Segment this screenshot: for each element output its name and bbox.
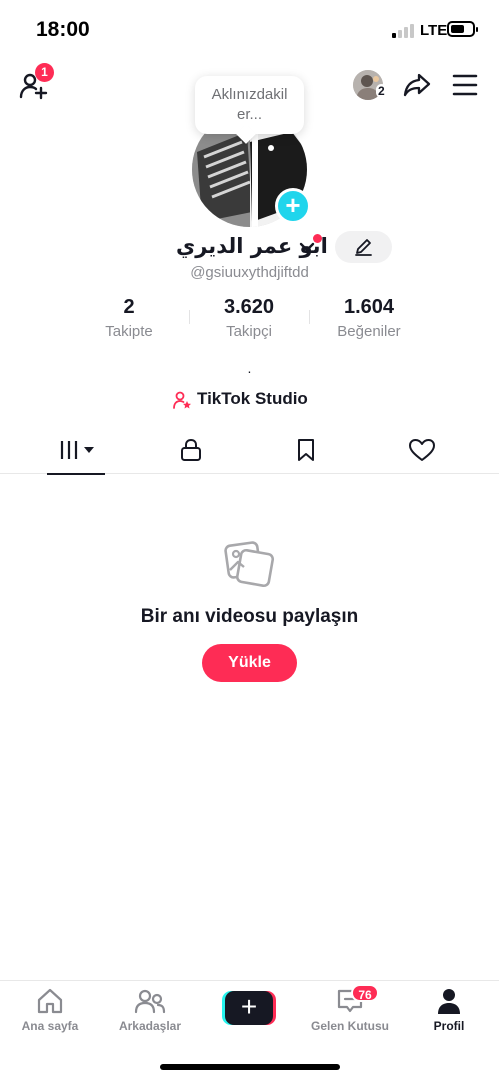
- status-time: 18:00: [36, 18, 90, 41]
- photo-stack-icon: [224, 541, 275, 588]
- stat-label: Beğeniler: [337, 323, 401, 340]
- signal-icon: [392, 24, 418, 38]
- nav-inbox[interactable]: Gelen Kutusu: [300, 987, 400, 1033]
- pencil-icon: [355, 239, 372, 256]
- tab-videos[interactable]: [14, 428, 138, 475]
- active-tab-indicator: [47, 473, 105, 475]
- edit-profile-button[interactable]: [335, 231, 392, 263]
- upload-button[interactable]: Yükle: [202, 644, 297, 682]
- content-tabs: [0, 428, 499, 475]
- share-icon: [403, 73, 431, 97]
- tab-saved[interactable]: [245, 428, 369, 474]
- tiktok-studio-link[interactable]: TikTok Studio: [0, 388, 499, 412]
- home-icon: [37, 988, 63, 1014]
- stat-label: Takipte: [105, 323, 153, 340]
- stat-following[interactable]: 2 Takipte: [69, 296, 189, 340]
- add-friends-badge: 1: [35, 63, 54, 82]
- heart-icon: [409, 439, 435, 461]
- stat-label: Takipçi: [226, 323, 272, 340]
- tab-private[interactable]: [129, 428, 253, 474]
- nav-home[interactable]: Ana sayfa: [0, 987, 100, 1033]
- plus-icon: +: [225, 991, 273, 1025]
- stat-followers[interactable]: 3.620 Takipçi: [189, 296, 309, 340]
- nav-friends[interactable]: Arkadaşlar: [100, 987, 200, 1033]
- profile-icon: [438, 989, 460, 1014]
- profile-bio: .: [247, 360, 252, 376]
- grid-icon: [60, 441, 94, 459]
- home-indicator: [160, 1064, 340, 1070]
- create-button[interactable]: +: [222, 991, 276, 1025]
- battery-icon: [447, 21, 478, 37]
- profile-stats: 2 Takipte 3.620 Takipçi 1.604 Beğeniler: [0, 296, 499, 342]
- name-row: ابو عمر الديري: [0, 231, 499, 264]
- stat-value: 2: [123, 296, 135, 318]
- studio-person-star-icon: [173, 391, 191, 409]
- inbox-badge: 76: [351, 984, 379, 1002]
- nav-label: Arkadaşlar: [118, 1019, 182, 1033]
- lock-icon: [181, 438, 201, 461]
- status-bar: 18:00 LTE: [0, 0, 499, 58]
- plus-icon: +: [285, 190, 301, 220]
- hamburger-menu-icon: [452, 74, 478, 96]
- empty-state-title: Bir anı videosu paylaşın: [140, 606, 359, 627]
- note-bubble-text: Aklınızdakil er...: [211, 86, 288, 123]
- nav-label: Ana sayfa: [21, 1019, 79, 1033]
- tab-liked[interactable]: [360, 428, 484, 474]
- notification-dot: [313, 234, 322, 243]
- stat-likes[interactable]: 1.604 Beğeniler: [309, 296, 429, 340]
- nav-label: Gelen Kutusu: [310, 1019, 389, 1033]
- profile-handle: @gsiuuxythdjiftdd: [190, 264, 309, 281]
- menu-button[interactable]: [452, 72, 478, 98]
- bookmark-icon: [298, 439, 314, 461]
- nav-profile[interactable]: Profil: [399, 987, 499, 1033]
- note-bubble[interactable]: Aklınızdakil er...: [195, 76, 304, 134]
- network-type: LTE: [420, 22, 448, 39]
- add-story-button[interactable]: +: [275, 188, 311, 224]
- studio-label: TikTok Studio: [197, 389, 308, 408]
- stat-value: 1.604: [343, 296, 395, 318]
- story-count: 2: [376, 84, 387, 98]
- friends-icon: [134, 989, 166, 1014]
- share-profile-button[interactable]: [402, 70, 432, 100]
- stat-value: 3.620: [223, 296, 275, 318]
- nav-label: Profil: [433, 1019, 465, 1033]
